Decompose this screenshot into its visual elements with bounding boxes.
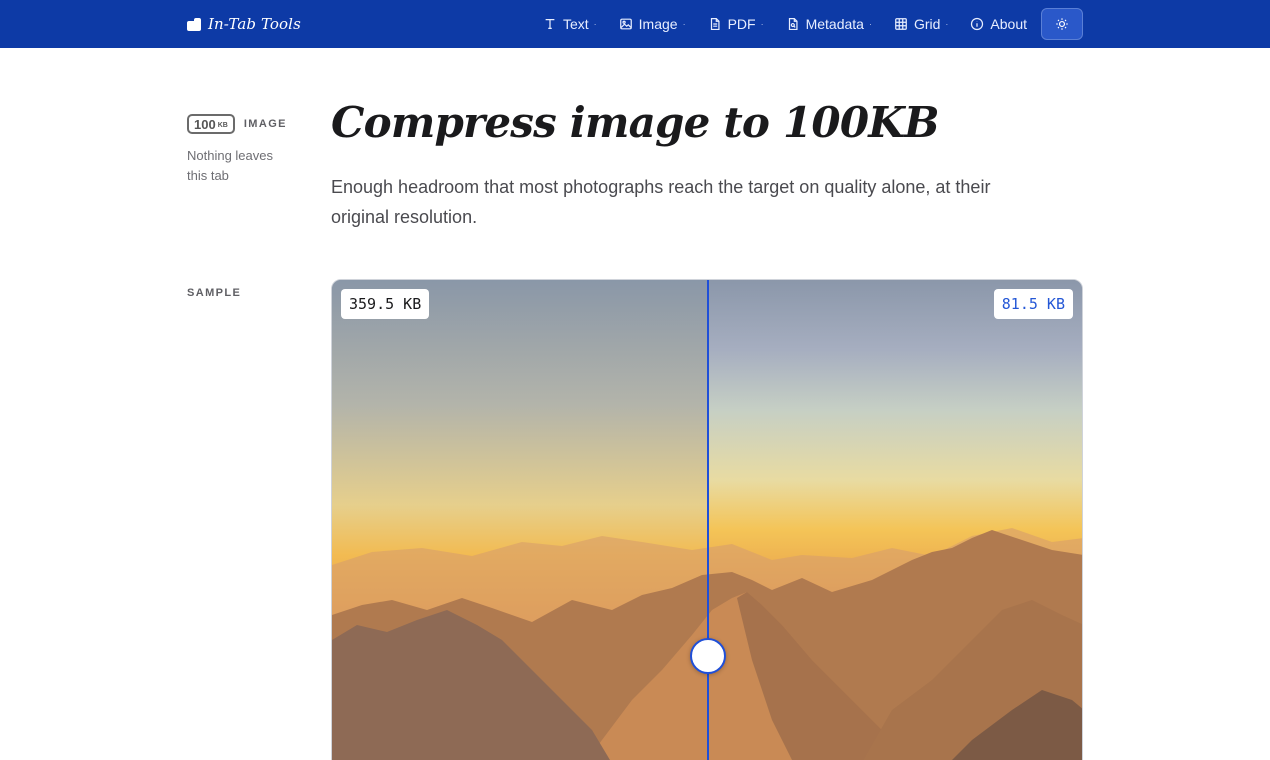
- badge-unit: KB: [217, 121, 228, 129]
- top-nav-bar: In-Tab Tools Text · Image · PDF · Metada…: [0, 0, 1270, 48]
- file-icon: [710, 17, 720, 31]
- nav-item-pdf[interactable]: PDF ·: [708, 16, 764, 32]
- badge-number: 100: [194, 116, 216, 132]
- nav-dropdown-dot: ·: [760, 19, 764, 29]
- sun-icon: [1056, 18, 1068, 30]
- privacy-note: Nothing leaves this tab: [187, 148, 273, 183]
- nav-label: Metadata: [805, 16, 864, 32]
- page-title: Compress image to 100KB: [331, 98, 939, 147]
- nav-label: About: [990, 16, 1027, 32]
- compressed-size-label: 81.5 KB: [993, 289, 1073, 319]
- original-size-label: 359.5 KB: [341, 289, 430, 319]
- size-target-badge: 100 KB: [187, 114, 235, 134]
- compare-slider-handle[interactable]: [690, 638, 726, 674]
- brand-name: In-Tab Tools: [208, 15, 301, 33]
- meta-header: 100 KB IMAGE: [187, 114, 307, 134]
- file-search-icon: [788, 17, 798, 31]
- theme-toggle-button[interactable]: [1041, 8, 1083, 40]
- logo-icon: [187, 17, 201, 31]
- nav-label: Grid: [913, 16, 941, 32]
- nav-label: Image: [638, 16, 678, 32]
- nav-item-metadata[interactable]: Metadata ·: [786, 16, 872, 32]
- image-icon: [619, 18, 632, 30]
- tool-category: IMAGE: [243, 118, 287, 130]
- nav-item-about[interactable]: About: [970, 16, 1027, 32]
- info-icon: [971, 17, 984, 31]
- grid-icon: [895, 18, 907, 30]
- sample-label: SAMPLE: [187, 287, 242, 299]
- tool-meta: 100 KB IMAGE Nothing leaves this tab: [187, 114, 307, 186]
- page-description: Enough headroom that most photographs re…: [331, 177, 991, 227]
- nav-dropdown-dot: ·: [868, 19, 872, 29]
- nav-label: PDF: [727, 16, 756, 32]
- nav-item-grid[interactable]: Grid ·: [894, 16, 948, 32]
- main-nav: Text · Image · PDF · Metadata · Grid · A…: [543, 0, 1027, 48]
- nav-item-image[interactable]: Image ·: [619, 16, 686, 32]
- nav-dropdown-dot: ·: [593, 19, 597, 29]
- nav-dropdown-dot: ·: [682, 19, 686, 29]
- compare-divider-line[interactable]: [707, 280, 709, 760]
- brand-link[interactable]: In-Tab Tools: [187, 0, 301, 48]
- nav-dropdown-dot: ·: [945, 19, 949, 29]
- compare-viewer[interactable]: 359.5 KB 81.5 KB: [331, 279, 1083, 760]
- text-icon: [545, 19, 555, 29]
- nav-item-text[interactable]: Text ·: [543, 16, 597, 32]
- nav-label: Text: [562, 16, 589, 32]
